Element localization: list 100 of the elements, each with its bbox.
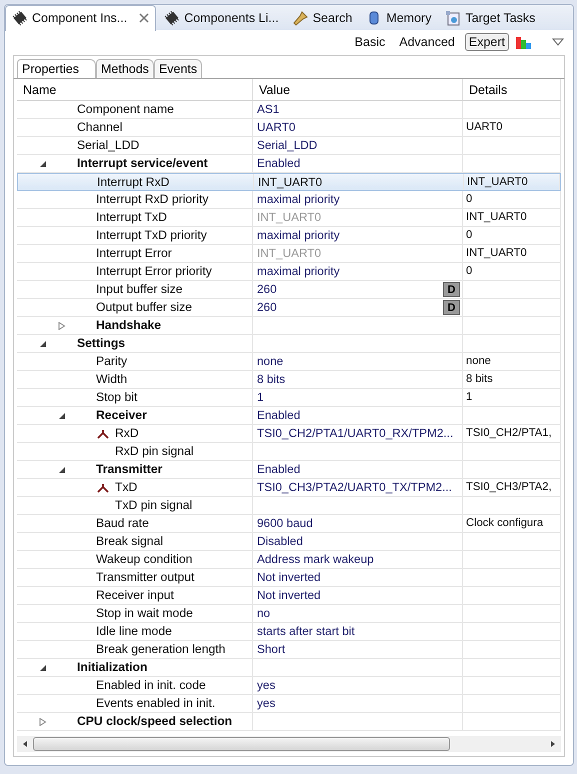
- view-tab[interactable]: Target Tasks: [439, 5, 542, 30]
- table-row[interactable]: Transmitter Enabled: [17, 461, 561, 479]
- property-details: 0: [466, 265, 472, 277]
- collapse-icon[interactable]: [58, 412, 66, 420]
- view-tab[interactable]: Component Ins...: [5, 5, 156, 30]
- bar-chart-icon[interactable]: [515, 34, 533, 50]
- table-row[interactable]: Break generation length Short: [17, 641, 561, 659]
- table-row[interactable]: Events enabled in init. yes: [17, 695, 561, 713]
- table-row[interactable]: RxD TSI0_CH2/PTA1/UART0_RX/TPM2... TSI0_CH2/PTA1,: [17, 425, 561, 443]
- table-row[interactable]: Interrupt TxD INT_UART0 INT_UART0: [17, 209, 561, 227]
- view-tab[interactable]: Memory: [360, 5, 438, 30]
- property-details: 1: [466, 391, 472, 403]
- table-row[interactable]: Interrupt TxD priority maximal priority 0: [17, 227, 561, 245]
- property-name: Interrupt Error priority: [96, 264, 212, 278]
- property-name: Break generation length: [96, 642, 226, 656]
- table-row[interactable]: Initialization: [17, 659, 561, 677]
- property-details: INT_UART0: [466, 211, 527, 223]
- table-row[interactable]: Width 8 bits 8 bits: [17, 371, 561, 389]
- collapse-icon[interactable]: [39, 340, 47, 348]
- close-icon[interactable]: [139, 13, 150, 23]
- default-button[interactable]: D: [443, 300, 460, 315]
- property-name: Interrupt Error: [96, 246, 172, 260]
- table-row[interactable]: Serial_LDD Serial_LDD: [17, 137, 561, 155]
- property-name: TxD: [115, 480, 138, 494]
- table-row[interactable]: TxD TSI0_CH3/PTA2/UART0_TX/TPM2... TSI0_CH3/PTA2,: [17, 479, 561, 497]
- tab[interactable]: Methods: [96, 59, 154, 78]
- pin-icon: [97, 429, 109, 439]
- table-row[interactable]: Receiver input Not inverted: [17, 587, 561, 605]
- property-name: Channel: [77, 120, 122, 134]
- default-button[interactable]: D: [443, 282, 460, 297]
- flashlight-icon: [292, 10, 309, 26]
- property-name: Wakeup condition: [96, 552, 192, 566]
- table-row[interactable]: Input buffer size 260 D: [17, 281, 561, 299]
- property-value: INT_UART0: [257, 210, 322, 224]
- table-row[interactable]: RxD pin signal: [17, 443, 561, 461]
- property-value: Not inverted: [257, 588, 321, 602]
- table-row[interactable]: Transmitter output Not inverted: [17, 569, 561, 587]
- property-value: 260: [257, 282, 277, 296]
- collapse-icon[interactable]: [58, 466, 66, 474]
- table-row[interactable]: Stop bit 1 1: [17, 389, 561, 407]
- view-tab[interactable]: Components Li...: [158, 5, 285, 30]
- horizontal-scrollbar[interactable]: [17, 736, 561, 752]
- table-row[interactable]: Interrupt Error INT_UART0 INT_UART0: [17, 245, 561, 263]
- property-name: Receiver input: [96, 588, 174, 602]
- column-header[interactable]: Details: [463, 79, 561, 100]
- property-name: Idle line mode: [96, 624, 172, 638]
- table-row[interactable]: TxD pin signal: [17, 497, 561, 515]
- column-header[interactable]: Value: [253, 79, 463, 100]
- pin-icon: [97, 483, 109, 493]
- property-details: TSI0_CH3/PTA2,: [466, 481, 552, 493]
- table-row[interactable]: Settings: [17, 335, 561, 353]
- table-row[interactable]: Break signal Disabled: [17, 533, 561, 551]
- view-tab[interactable]: Search: [286, 5, 358, 30]
- property-details: UART0: [466, 121, 502, 133]
- property-value: Serial_LDD: [257, 138, 318, 152]
- property-value: Disabled: [257, 534, 303, 548]
- expand-icon[interactable]: [58, 322, 66, 330]
- table-row[interactable]: Channel UART0 UART0: [17, 119, 561, 137]
- dropdown-icon[interactable]: [551, 37, 565, 47]
- table-row[interactable]: Parity none none: [17, 353, 561, 371]
- property-name: Events enabled in init.: [96, 696, 216, 710]
- table-row[interactable]: Idle line mode starts after start bit: [17, 623, 561, 641]
- column-header[interactable]: Name: [17, 79, 253, 100]
- table-row[interactable]: Output buffer size 260 D: [17, 299, 561, 317]
- collapse-icon[interactable]: [39, 664, 47, 672]
- table-row[interactable]: Interrupt RxD priority maximal priority 0: [17, 191, 561, 209]
- tab[interactable]: Properties: [17, 59, 96, 78]
- property-name: Stop bit: [96, 390, 138, 404]
- table-row[interactable]: Enabled in init. code yes: [17, 677, 561, 695]
- table-row[interactable]: Handshake: [17, 317, 561, 335]
- property-name: Width: [96, 372, 128, 386]
- mode-button[interactable]: Expert: [464, 33, 509, 51]
- property-value: Enabled: [257, 156, 300, 170]
- property-details: INT_UART0: [466, 247, 527, 259]
- table-row[interactable]: Component name AS1: [17, 101, 561, 119]
- selected-row[interactable]: Interrupt RxD INT_UART0 INT_UART0: [17, 173, 561, 191]
- property-name: Component name: [77, 102, 174, 116]
- property-name: RxD pin signal: [115, 444, 194, 458]
- table-row[interactable]: CPU clock/speed selection: [17, 713, 561, 731]
- mode-button[interactable]: Basic: [350, 33, 390, 51]
- scroll-left-icon[interactable]: [21, 740, 29, 748]
- property-value: 260: [257, 300, 277, 314]
- property-value: Not inverted: [257, 570, 321, 584]
- table-row[interactable]: Stop in wait mode no: [17, 605, 561, 623]
- scroll-right-icon[interactable]: [549, 740, 557, 748]
- table-row[interactable]: Wakeup condition Address mark wakeup: [17, 551, 561, 569]
- mode-button[interactable]: Advanced: [395, 33, 459, 51]
- property-value: maximal priority: [257, 264, 340, 278]
- property-value: starts after start bit: [257, 624, 355, 638]
- property-value: 1: [257, 390, 264, 404]
- tab[interactable]: Events: [154, 59, 202, 78]
- table-row[interactable]: Receiver Enabled: [17, 407, 561, 425]
- property-name: Input buffer size: [96, 282, 182, 296]
- expand-icon[interactable]: [39, 718, 47, 726]
- scrollbar-thumb[interactable]: [33, 737, 450, 751]
- property-name: Handshake: [96, 318, 162, 332]
- table-row[interactable]: Interrupt Error priority maximal priority 0: [17, 263, 561, 281]
- table-row[interactable]: Baud rate 9600 baud Clock configura: [17, 515, 561, 533]
- property-value: Address mark wakeup: [257, 552, 374, 566]
- collapse-icon[interactable]: [39, 160, 47, 168]
